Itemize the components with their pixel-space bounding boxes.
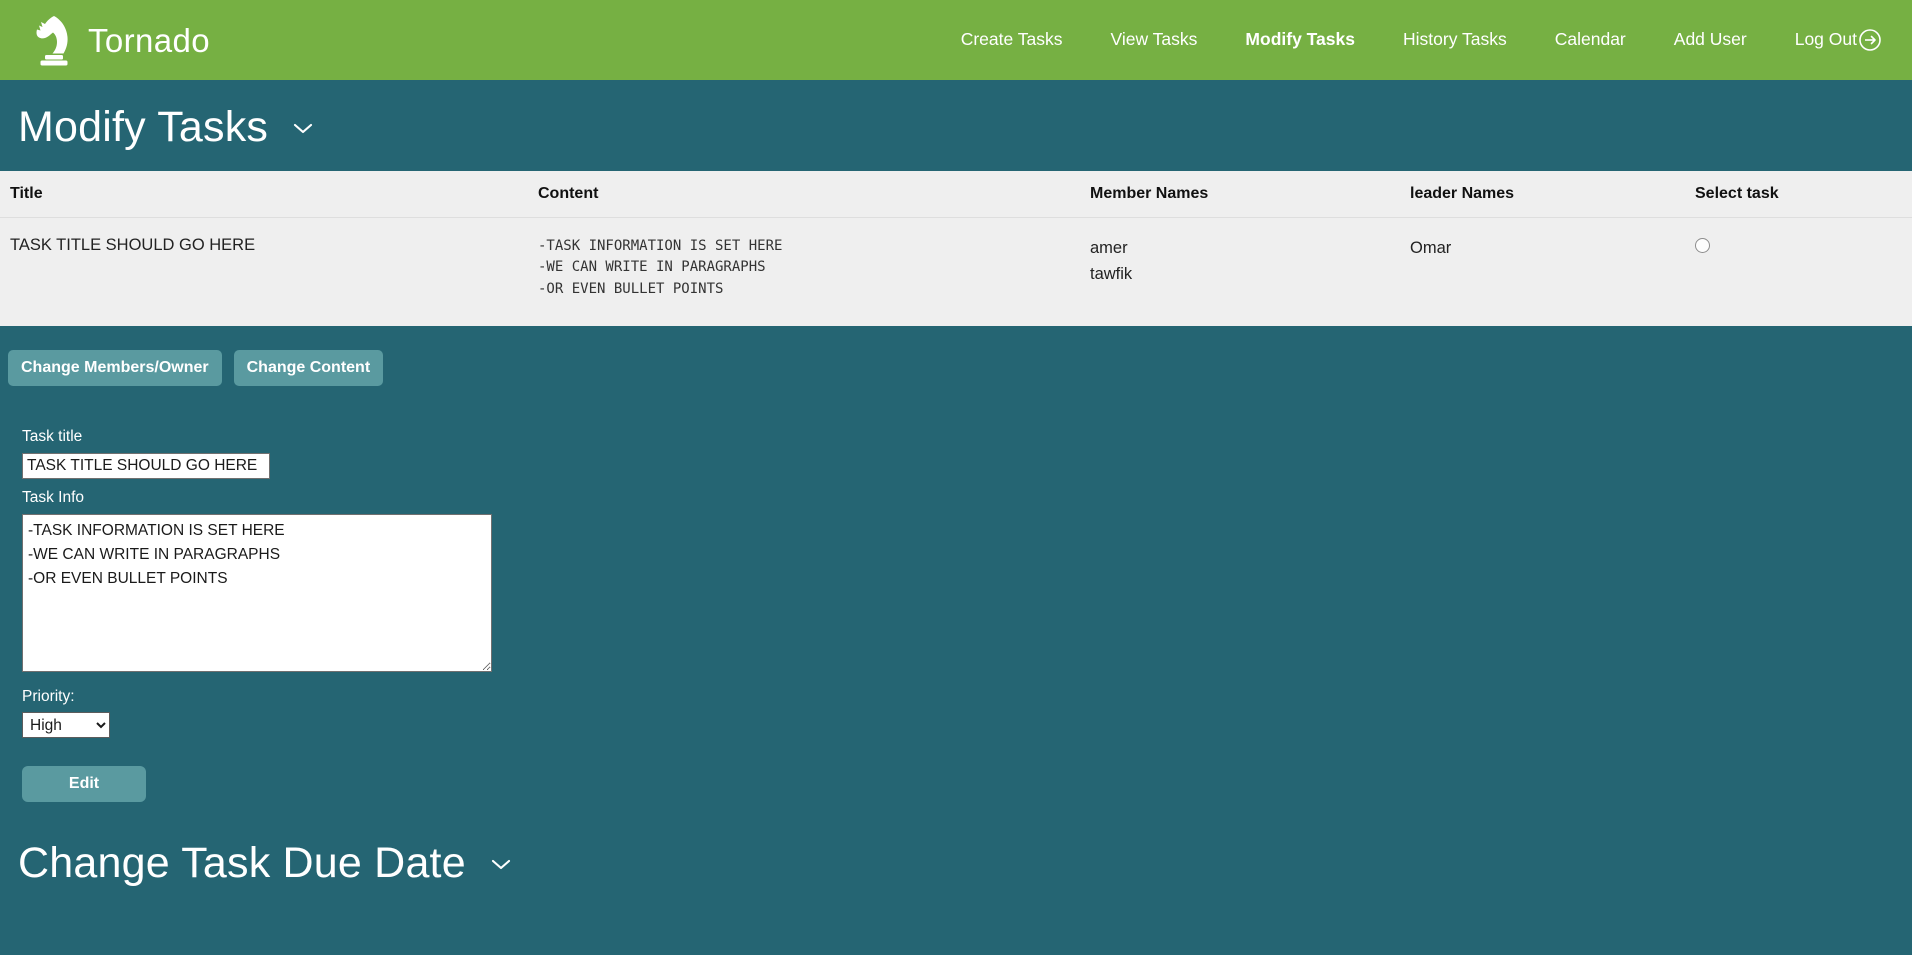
column-header-content: Content <box>538 171 1090 218</box>
task-title-text: TASK TITLE SHOULD GO HERE <box>10 236 256 254</box>
change-content-form: Task title Task Info Priority: High Medi… <box>0 386 1912 803</box>
modify-tasks-section-toggle[interactable]: Modify Tasks <box>18 106 1912 149</box>
table-row: TASK TITLE SHOULD GO HERE -TASK INFORMAT… <box>0 217 1912 326</box>
leader-name-text: Omar <box>1410 239 1452 257</box>
select-task-radio[interactable] <box>1695 238 1710 253</box>
column-header-title: Title <box>0 171 538 218</box>
chess-knight-icon <box>30 14 74 66</box>
table-header-row: Title Content Member Names leader Names … <box>0 171 1912 218</box>
column-header-leader: leader Names <box>1410 171 1695 218</box>
nav-item-calendar[interactable]: Calendar <box>1531 23 1650 57</box>
task-title-label: Task title <box>22 428 83 446</box>
brand-name: Tornado <box>88 21 211 59</box>
chevron-down-icon[interactable] <box>488 856 514 872</box>
task-content-text: -TASK INFORMATION IS SET HERE -WE CAN WR… <box>538 238 783 297</box>
sign-out-icon <box>1858 28 1882 52</box>
cell-member-names: amer tawfik <box>1090 217 1410 326</box>
cell-task-content: -TASK INFORMATION IS SET HERE -WE CAN WR… <box>538 217 1090 326</box>
brand-logo[interactable]: Tornado <box>30 14 210 66</box>
nav-item-add-user[interactable]: Add User <box>1650 23 1771 57</box>
page-heading-band: Modify Tasks <box>0 80 1912 171</box>
tasks-table-body: TASK TITLE SHOULD GO HERE -TASK INFORMAT… <box>0 217 1912 326</box>
change-due-date-section-toggle[interactable]: Change Task Due Date <box>18 842 1912 885</box>
task-info-label: Task Info <box>22 488 85 506</box>
change-members-owner-button[interactable]: Change Members/Owner <box>8 349 222 387</box>
cell-select-task <box>1695 217 1912 326</box>
nav-item-view-tasks[interactable]: View Tasks <box>1087 23 1222 57</box>
cell-leader-name: Omar <box>1410 217 1695 326</box>
change-due-date-band: Change Task Due Date <box>0 802 1912 885</box>
task-title-input[interactable] <box>22 452 270 479</box>
cell-task-title: TASK TITLE SHOULD GO HERE <box>0 217 538 326</box>
edit-submit-button[interactable]: Edit <box>22 766 146 803</box>
column-header-select: Select task <box>1695 171 1912 218</box>
chevron-down-icon[interactable] <box>290 120 316 136</box>
priority-select[interactable]: High Medium Low <box>22 712 110 739</box>
task-info-textarea[interactable] <box>22 513 492 672</box>
tasks-table: Title Content Member Names leader Names … <box>0 171 1912 326</box>
top-navbar: Tornado Create Tasks View Tasks Modify T… <box>0 0 1912 80</box>
member-names-text: amer tawfik <box>1090 239 1133 283</box>
page-title: Modify Tasks <box>18 103 269 151</box>
nav-item-history-tasks[interactable]: History Tasks <box>1379 23 1531 57</box>
change-due-date-title: Change Task Due Date <box>18 839 466 888</box>
modify-action-tabs: Change Members/Owner Change Content <box>0 326 1912 387</box>
column-header-members: Member Names <box>1090 171 1410 218</box>
log-out-label: Log Out <box>1794 29 1857 50</box>
priority-label: Priority: <box>22 687 75 705</box>
main-navigation: Create Tasks View Tasks Modify Tasks His… <box>937 20 1890 60</box>
change-content-button[interactable]: Change Content <box>233 349 384 387</box>
tasks-table-header: Title Content Member Names leader Names … <box>0 171 1912 218</box>
nav-item-modify-tasks[interactable]: Modify Tasks <box>1221 23 1379 57</box>
nav-item-log-out[interactable]: Log Out <box>1771 20 1890 60</box>
nav-item-create-tasks[interactable]: Create Tasks <box>937 23 1087 57</box>
